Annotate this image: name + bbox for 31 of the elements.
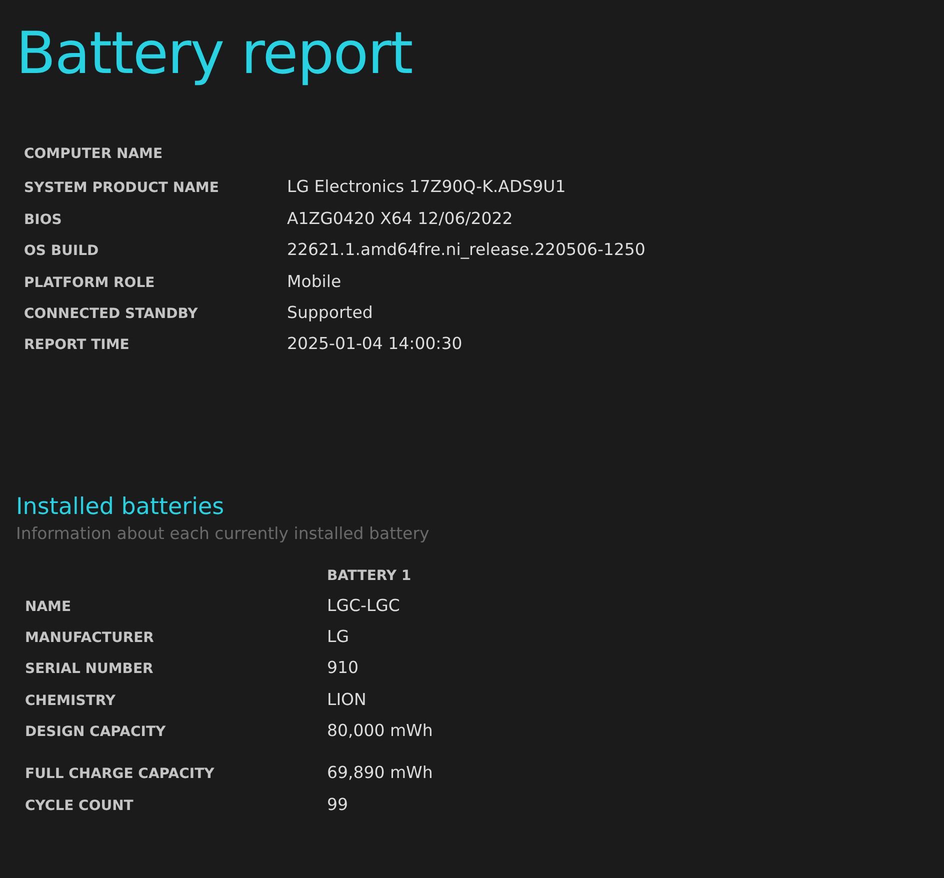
- field-label: SYSTEM PRODUCT NAME: [24, 180, 220, 196]
- field-label: MANUFACTURER: [25, 630, 155, 646]
- section-heading: Installed batteries: [16, 492, 226, 522]
- field-value: 69,890 mWh: [327, 763, 433, 782]
- field-value: 80,000 mWh: [327, 720, 433, 740]
- column-header: BATTERY 1: [327, 568, 412, 584]
- field-label: CONNECTED STANDBY: [24, 306, 199, 322]
- field-value: 99: [327, 794, 348, 814]
- field-value: A1ZG0420 X64 12/06/2022: [287, 208, 513, 228]
- field-value: LION: [327, 690, 366, 709]
- field-label: CYCLE COUNT: [25, 798, 134, 814]
- field-label: NAME: [25, 598, 72, 615]
- field-value: 2025-01-04 14:00:30: [287, 334, 462, 354]
- field-label: PLATFORM ROLE: [24, 274, 156, 291]
- field-value: 910: [327, 658, 358, 678]
- field-label: SERIAL NUMBER: [25, 661, 154, 678]
- field-value: LG: [327, 627, 349, 646]
- field-value: Mobile: [287, 272, 342, 291]
- field-label: OS BUILD: [24, 243, 100, 260]
- section-subtitle: Information about each currently installed battery: [16, 522, 430, 545]
- field-value: 22621.1.amd64fre.ni_release.220506-1250: [287, 240, 646, 260]
- field-label: DESIGN CAPACITY: [25, 724, 167, 740]
- report-title: Battery report: [16, 18, 414, 89]
- field-label: CHEMISTRY: [25, 692, 116, 709]
- field-label: FULL CHARGE CAPACITY: [25, 766, 216, 782]
- field-label: REPORT TIME: [24, 337, 130, 354]
- field-value: Supported: [287, 302, 373, 322]
- field-value: LG Electronics 17Z90Q-K.ADS9U1: [287, 177, 566, 196]
- field-label: BIOS: [24, 212, 63, 228]
- field-value: LGC-LGC: [327, 596, 400, 615]
- field-label: COMPUTER NAME: [24, 146, 164, 162]
